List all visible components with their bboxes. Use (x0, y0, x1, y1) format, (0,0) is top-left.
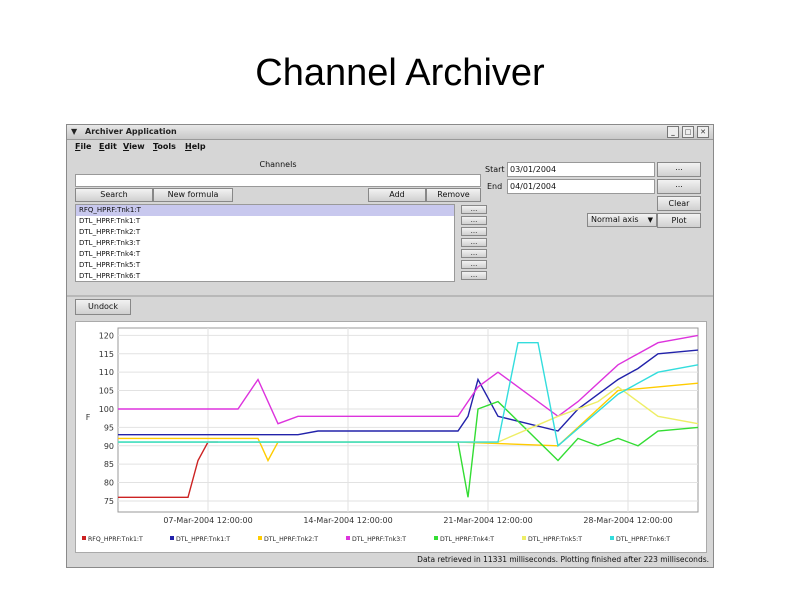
end-date-field[interactable]: 04/01/2004 (507, 179, 655, 194)
channel-options-button[interactable]: ... (461, 238, 487, 247)
menu-tools[interactable]: Tools (153, 142, 176, 151)
y-tick-label: 75 (104, 497, 114, 506)
menu-edit[interactable]: Edit (99, 142, 117, 151)
legend-swatch (434, 536, 438, 540)
new-formula-button[interactable]: New formula (153, 188, 233, 202)
channel-row[interactable]: DTL_HPRF:Tnk4:T (76, 249, 454, 260)
start-browse-button[interactable]: ... (657, 162, 701, 177)
y-tick-label: 115 (99, 350, 114, 359)
channel-options-button[interactable]: ... (461, 249, 487, 258)
legend-swatch (170, 536, 174, 540)
status-bar: Data retrieved in 11331 milliseconds. Pl… (417, 555, 709, 564)
split-divider[interactable] (67, 295, 713, 297)
axis-mode-label: Normal axis (591, 215, 639, 224)
title-bar: ▼ Archiver Application _ □ ✕ (67, 125, 713, 140)
menu-file[interactable]: File (75, 142, 91, 151)
y-tick-label: 90 (104, 442, 114, 451)
channel-options-button[interactable]: ... (461, 227, 487, 236)
legend-label: DTL_HPRF:Tnk5:T (528, 536, 582, 543)
y-tick-label: 80 (104, 479, 114, 488)
legend-label: DTL_HPRF:Tnk2:T (264, 536, 318, 543)
axis-mode-dropdown[interactable]: Normal axis ▼ (587, 213, 657, 227)
channel-row[interactable]: RFQ_HPRF:Tnk1:T (76, 205, 454, 216)
chevron-down-icon: ▼ (647, 216, 653, 224)
channels-panel: Channels Search New formula Add Remove R… (75, 158, 487, 283)
legend-swatch (522, 536, 526, 540)
legend-swatch (258, 536, 262, 540)
start-date-field[interactable]: 03/01/2004 (507, 162, 655, 177)
legend-label: DTL_HPRF:Tnk6:T (616, 536, 670, 543)
channel-options-button[interactable]: ... (461, 216, 487, 225)
y-tick-label: 85 (104, 460, 114, 469)
plot-area[interactable]: 75 80 85 90 95 100 105 110 115 120 07-Mar-2004 12:… (75, 321, 707, 553)
channel-search-input[interactable] (75, 174, 481, 187)
channel-options-button[interactable]: ... (461, 260, 487, 269)
legend-label: DTL_HPRF:Tnk3:T (352, 536, 406, 543)
window-menu-icon[interactable]: ▼ (71, 127, 77, 136)
legend-label: DTL_HPRF:Tnk4:T (440, 536, 494, 543)
channel-list: RFQ_HPRF:Tnk1:T DTL_HPRF:Tnk1:T DTL_HPRF… (75, 204, 455, 282)
legend-swatch (346, 536, 350, 540)
legend-swatch (82, 536, 86, 540)
minimize-icon[interactable]: _ (667, 126, 679, 138)
menu-bar: File Edit View Tools Help (67, 140, 713, 154)
y-tick-label: 105 (99, 387, 114, 396)
channel-row[interactable]: DTL_HPRF:Tnk2:T (76, 227, 454, 238)
x-tick-label: 07-Mar-2004 12:00:00 (163, 516, 252, 525)
close-icon[interactable]: ✕ (697, 126, 709, 138)
y-tick-label: 100 (99, 405, 114, 414)
channel-options-button[interactable]: ... (461, 271, 487, 280)
start-label: Start (485, 165, 505, 174)
plot-frame (117, 327, 699, 513)
search-button[interactable]: Search (75, 188, 153, 202)
legend-swatch (610, 536, 614, 540)
legend-label: DTL_HPRF:Tnk1:T (176, 536, 230, 543)
end-label: End (487, 182, 503, 191)
archiver-window: ▼ Archiver Application _ □ ✕ File Edit V… (66, 124, 714, 568)
undock-button[interactable]: Undock (75, 299, 131, 315)
x-tick-label: 14-Mar-2004 12:00:00 (303, 516, 392, 525)
temperature-chart[interactable]: 75 80 85 90 95 100 105 110 115 120 07-Mar-2004 12:… (76, 322, 706, 552)
y-tick-label: 110 (99, 368, 114, 377)
channel-row[interactable]: DTL_HPRF:Tnk1:T (76, 216, 454, 227)
y-tick-label: 95 (104, 423, 114, 432)
window-title: Archiver Application (85, 127, 177, 136)
channel-row[interactable]: DTL_HPRF:Tnk6:T (76, 271, 454, 282)
end-browse-button[interactable]: ... (657, 179, 701, 194)
clear-button[interactable]: Clear (657, 196, 701, 211)
menu-view[interactable]: View (123, 142, 145, 151)
plot-button[interactable]: Plot (657, 213, 701, 228)
channel-row[interactable]: DTL_HPRF:Tnk5:T (76, 260, 454, 271)
x-tick-label: 28-Mar-2004 12:00:00 (583, 516, 672, 525)
x-tick-label: 21-Mar-2004 12:00:00 (443, 516, 532, 525)
channel-row[interactable]: DTL_HPRF:Tnk3:T (76, 238, 454, 249)
maximize-icon[interactable]: □ (682, 126, 694, 138)
remove-button[interactable]: Remove (426, 188, 481, 202)
channels-header: Channels (259, 160, 297, 169)
channel-options-button[interactable]: ... (461, 205, 487, 214)
add-button[interactable]: Add (368, 188, 426, 202)
menu-help[interactable]: Help (185, 142, 206, 151)
y-axis-label: F (86, 413, 91, 422)
legend-label: RFQ_HPRF:Tnk1:T (88, 536, 143, 543)
y-tick-label: 120 (99, 331, 114, 340)
slide-title: Channel Archiver (255, 52, 545, 94)
